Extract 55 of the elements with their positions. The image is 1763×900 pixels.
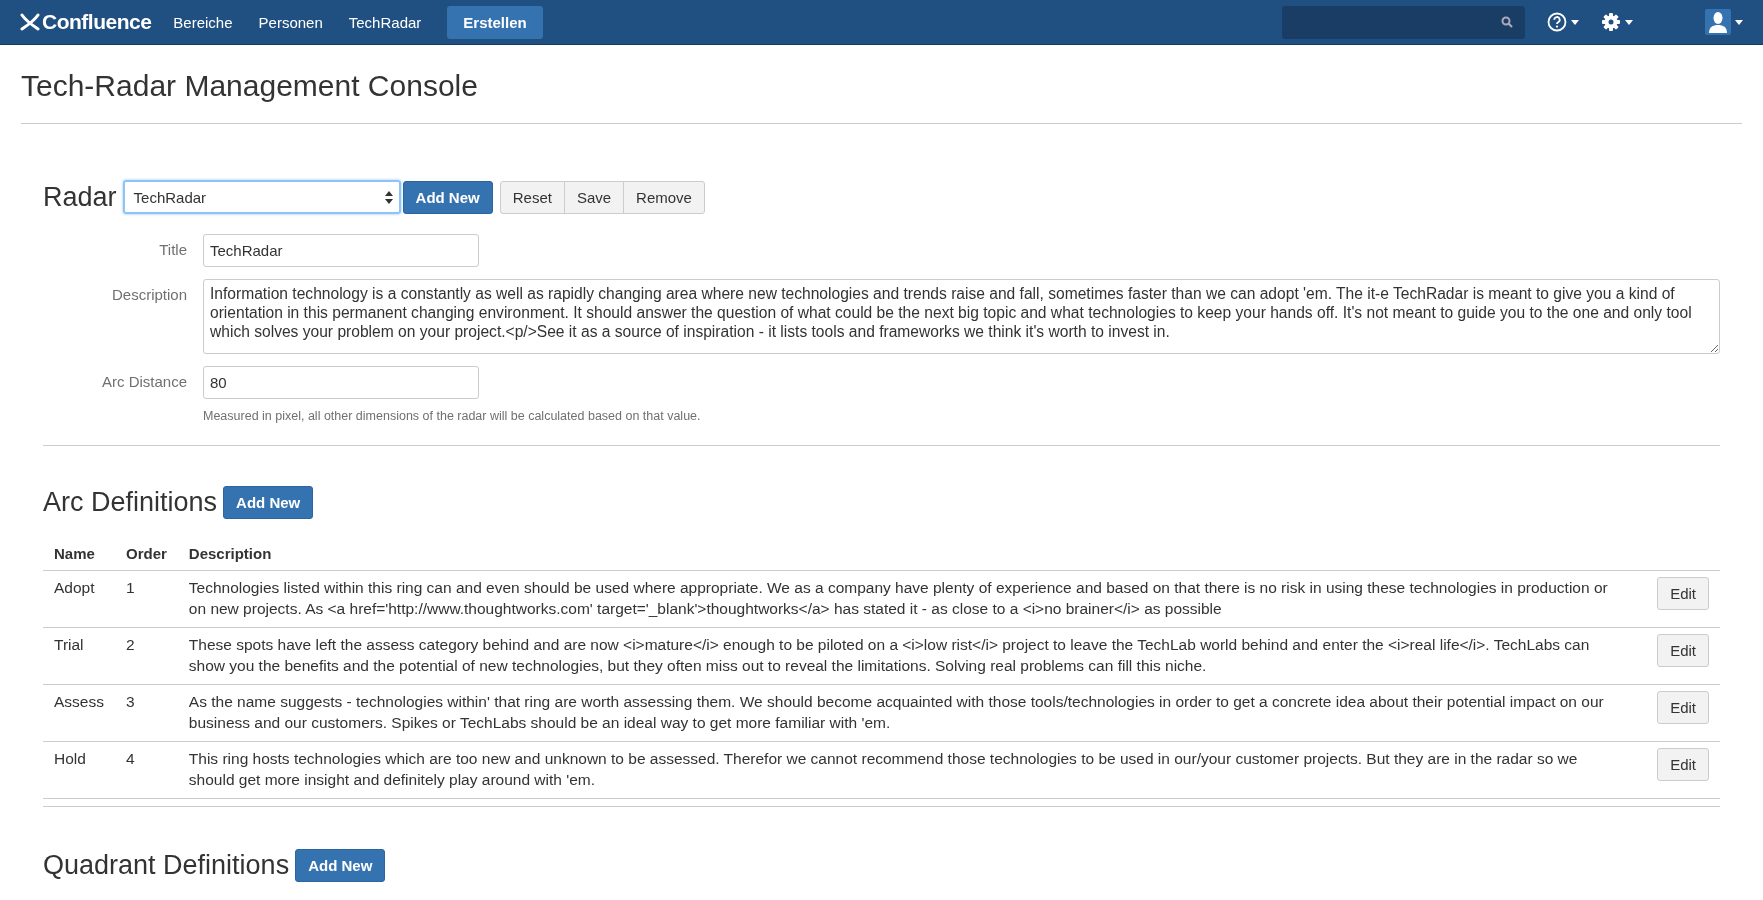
table-cell: 3: [114, 684, 178, 742]
nav-link[interactable]: Bereiche: [173, 13, 233, 31]
select-arrows-icon: [384, 190, 393, 204]
table-cell: Hold: [43, 741, 115, 799]
logo-text: Confluence: [42, 10, 152, 34]
add-new-button[interactable]: Add New: [223, 486, 314, 519]
action-button[interactable]: Remove: [623, 180, 705, 214]
edit-button[interactable]: Edit: [1657, 634, 1709, 667]
nav-link[interactable]: Personen: [258, 13, 323, 31]
field-label: Description: [110, 285, 187, 305]
table-cell: Trial: [43, 627, 115, 685]
edit-button[interactable]: Edit: [1657, 577, 1709, 610]
search-field[interactable]: [1282, 5, 1525, 39]
section-heading: Radar: [43, 181, 117, 213]
table-cell: 1: [114, 570, 178, 628]
table-cell: Adopt: [43, 570, 115, 628]
help-text: Measured in pixel, all other dimensions of the radar will be calculated based on that value.: [203, 409, 702, 423]
caret-icon: [1625, 19, 1633, 25]
logo-icon: [20, 12, 40, 32]
table-cell: 4: [114, 741, 178, 799]
user-menu-button[interactable]: [1705, 9, 1743, 35]
radar-select[interactable]: TechRadar: [122, 180, 401, 214]
table-cell: These spots have left the assess category behind and are now <i>mature</i> enough to be piloted on a <i>low rist</i> project to leave the TechLab world behind and enter the <i>real life</i>. TechLabs can show you the benefits and the potential of new technologies, but they often miss out to reveal the limitations. Solving real problems can fill this niche.: [177, 627, 1630, 685]
action-button[interactable]: Save: [563, 180, 625, 214]
page-title: Tech-Radar Management Console: [21, 68, 479, 104]
field-label: Arc Distance: [100, 372, 187, 392]
add-new-button[interactable]: Add New: [402, 180, 493, 214]
text-field[interactable]: 80: [203, 366, 479, 399]
avatar-icon: [1705, 9, 1731, 35]
text-field[interactable]: TechRadar: [203, 234, 479, 267]
help-menu-button[interactable]: [1547, 12, 1579, 32]
nav-link[interactable]: TechRadar: [348, 13, 422, 31]
field-label: Title: [158, 240, 187, 260]
add-new-button[interactable]: Add New: [295, 849, 386, 882]
help-icon: [1547, 12, 1567, 32]
caret-icon: [1735, 19, 1743, 25]
search-icon: [1501, 16, 1513, 28]
settings-menu-button[interactable]: [1601, 12, 1633, 32]
description-field[interactable]: Information technology is a constantly as well as rapidly changing area where new technologies and trends raise and fall, sometimes faster than we can adopt 'em. The it-e TechRadar is meant to give you a kind of orientation in this permanent changing environment. It should answer the question of what could be the next big topic and what technologies to keep your hands off. It's not meant to guide you to the one and only tool which solves your problem on your project.<p/>See it as a source of inspiration - it lists tools and frameworks we think it's worth to invest in.: [203, 279, 1720, 354]
action-button[interactable]: Reset: [499, 180, 565, 214]
section-heading: Arc Definitions: [43, 487, 218, 518]
section-heading: Quadrant Definitions: [43, 850, 290, 881]
table-cell: Assess: [43, 684, 115, 742]
column-header: Description: [177, 537, 1630, 571]
table-cell: This ring hosts technologies which are too new and unknown to be assessed. Therefor we cannot recommend those technologies to be used in our/your customer projects. But they are in the radar so we should get more insight and definitely play around with 'em.: [177, 741, 1630, 799]
caret-icon: [1571, 19, 1579, 25]
column-header: Order: [114, 537, 178, 571]
table-cell: As the name suggests - technologies within' that ring are worth assessing them. We should become acquainted with those tools/technologies in order to get a concrete idea about their potential impact on our business and our customers. Spikes or TechLabs should be an ideal way to get more familiar with 'em.: [177, 684, 1630, 742]
gear-icon: [1601, 12, 1621, 32]
table-cell: Technologies listed within this ring can and even should be used where appropriate. We as a company have plenty of experience and based on that there is no risk in using these technologies in production or on new projects. As <a href='http://www.thoughtworks.com' target='_blank'>thoughtworks</a> has stated it - as close to a <i>no brainer</i> as possible: [177, 570, 1630, 628]
column-header: Name: [43, 537, 115, 571]
edit-button[interactable]: Edit: [1657, 691, 1709, 724]
create-button[interactable]: Erstellen: [447, 5, 543, 39]
table-cell: 2: [114, 627, 178, 685]
edit-button[interactable]: Edit: [1657, 748, 1709, 781]
